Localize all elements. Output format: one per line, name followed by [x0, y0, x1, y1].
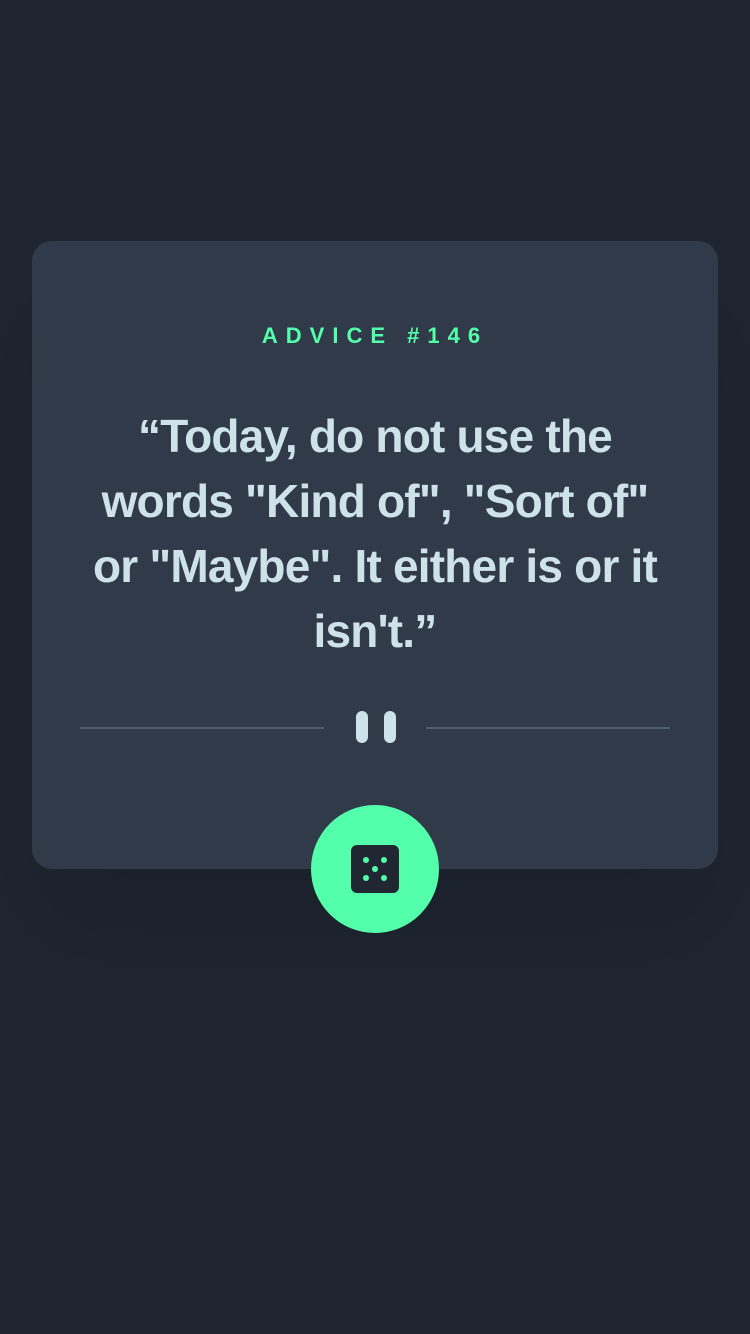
divider-line-right [426, 727, 670, 729]
advice-quote: “Today, do not use the words "Kind of", … [92, 410, 658, 657]
dice-icon [351, 845, 399, 893]
pause-bar-right [384, 711, 396, 743]
new-advice-button[interactable] [311, 805, 439, 933]
advice-id-label: ADVICE #146 [261, 323, 489, 348]
pause-bar-left [356, 711, 368, 743]
divider-line-left [80, 727, 324, 729]
